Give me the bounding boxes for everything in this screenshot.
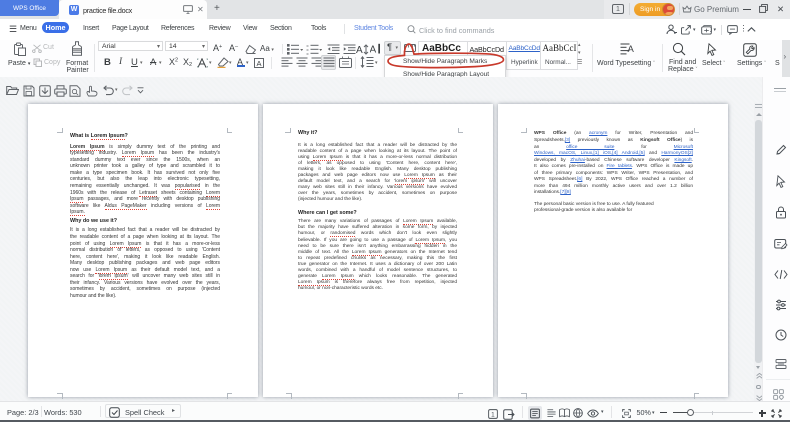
svg-text:A: A (370, 45, 377, 55)
svg-text:1: 1 (491, 411, 495, 418)
svg-text:A: A (356, 45, 363, 55)
svg-text:A: A (628, 44, 635, 55)
